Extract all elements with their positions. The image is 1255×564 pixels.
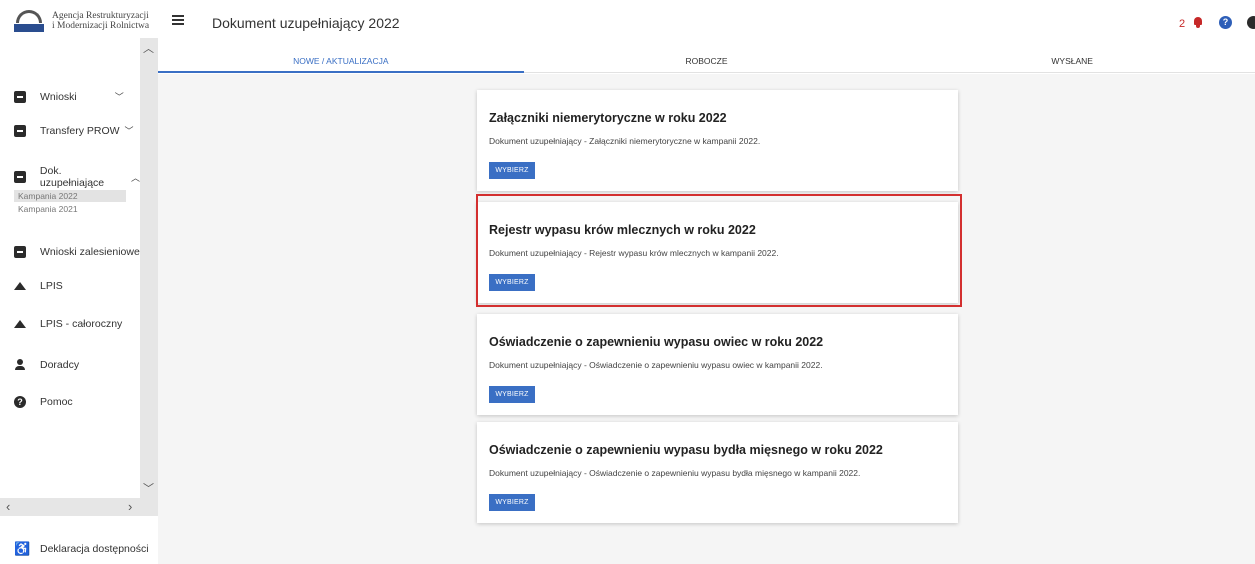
card-description: Dokument uzupełniający - Załączniki niem…	[489, 136, 761, 146]
arimr-logo[interactable]: Agencja Restrukturyzacji i Modernizacji …	[14, 10, 149, 32]
page-title: Dokument uzupełniający 2022	[212, 15, 400, 31]
document-icon	[14, 90, 26, 103]
card-title: Oświadczenie o zapewnieniu wypasu bydła …	[489, 443, 883, 457]
card-description: Dokument uzupełniający - Oświadczenie o …	[489, 360, 823, 370]
document-card: Oświadczenie o zapewnieniu wypasu bydła …	[477, 422, 958, 523]
sidebar-item-wnioski[interactable]: Wnioski ﹀	[14, 90, 140, 103]
sidebar-subitem-kampania-2022[interactable]: Kampania 2022	[14, 190, 126, 202]
card-title: Oświadczenie o zapewnieniu wypasu owiec …	[489, 335, 824, 349]
wybierz-button[interactable]: WYBIERZ	[489, 386, 535, 403]
sidebar-item-deklaracja-dostepnosci[interactable]: ♿ Deklaracja dostępności	[14, 541, 164, 557]
accessibility-icon: ♿	[14, 541, 31, 556]
mountain-icon	[14, 320, 26, 328]
scroll-up-icon[interactable]: ︿	[143, 40, 154, 56]
sidebar-item-lpis[interactable]: LPIS	[14, 280, 140, 292]
tab-bar: NOWE / AKTUALIZACJA ROBOCZE WYSŁANE	[158, 45, 1255, 73]
tab-nowe-aktualizacja[interactable]: NOWE / AKTUALIZACJA	[158, 45, 524, 73]
help-icon: ?	[14, 396, 26, 408]
chevron-up-icon: ︿	[130, 172, 140, 183]
scroll-left-icon[interactable]: ‹	[6, 499, 10, 514]
document-icon	[14, 124, 26, 137]
document-card: Oświadczenie o zapewnieniu wypasu owiec …	[477, 314, 958, 415]
hamburger-menu-icon[interactable]	[172, 15, 184, 27]
scroll-down-icon[interactable]: ﹀	[143, 480, 154, 496]
sidebar: Agencja Restrukturyzacji i Modernizacji …	[0, 0, 158, 564]
tab-wyslane[interactable]: WYSŁANE	[889, 45, 1255, 73]
mountain-icon	[14, 282, 26, 290]
scroll-right-icon[interactable]: ›	[128, 499, 132, 514]
card-title: Załączniki niemerytoryczne w roku 2022	[489, 111, 727, 125]
highlight-frame	[476, 194, 962, 307]
logo-text: Agencja Restrukturyzacji i Modernizacji …	[52, 11, 150, 31]
sidebar-item-transfery-prow[interactable]: Transfery PROW ﹀	[14, 124, 140, 137]
main-content: Załączniki niemerytoryczne w roku 2022 D…	[158, 74, 1255, 564]
sidebar-subitem-kampania-2021[interactable]: Kampania 2021	[14, 203, 126, 215]
document-card: Załączniki niemerytoryczne w roku 2022 D…	[477, 90, 958, 191]
sidebar-item-wnioski-zalesieniowe[interactable]: Wnioski zalesieniowe	[14, 246, 140, 258]
wybierz-button[interactable]: WYBIERZ	[489, 494, 535, 511]
wybierz-button[interactable]: WYBIERZ	[489, 162, 535, 179]
sidebar-item-lpis-caloroczny[interactable]: LPIS - całoroczny	[14, 318, 140, 330]
card-description: Dokument uzupełniający - Oświadczenie o …	[489, 468, 861, 478]
tab-robocze[interactable]: ROBOCZE	[523, 45, 890, 73]
sidebar-vertical-scrollbar[interactable]	[140, 38, 158, 498]
bell-icon[interactable]	[1193, 17, 1203, 28]
chevron-down-icon: ﹀	[114, 92, 124, 102]
top-header: Dokument uzupełniający 2022 2 ?	[158, 0, 1255, 45]
sidebar-item-pomoc[interactable]: ? Pomoc	[14, 396, 140, 408]
person-icon	[14, 359, 26, 371]
notification-count[interactable]: 2	[1179, 18, 1185, 30]
document-icon	[14, 171, 26, 183]
sidebar-horizontal-scrollbar[interactable]	[0, 498, 158, 516]
sidebar-item-dok-uzupelniajace[interactable]: Dok. uzupełniające ︿	[14, 165, 140, 189]
arimr-logo-icon	[14, 10, 44, 32]
help-circle-icon[interactable]: ?	[1219, 16, 1232, 29]
chevron-down-icon: ﹀	[124, 126, 134, 136]
user-account-icon[interactable]	[1247, 16, 1255, 29]
sidebar-item-doradcy[interactable]: Doradcy	[14, 359, 140, 371]
document-icon	[14, 246, 26, 258]
